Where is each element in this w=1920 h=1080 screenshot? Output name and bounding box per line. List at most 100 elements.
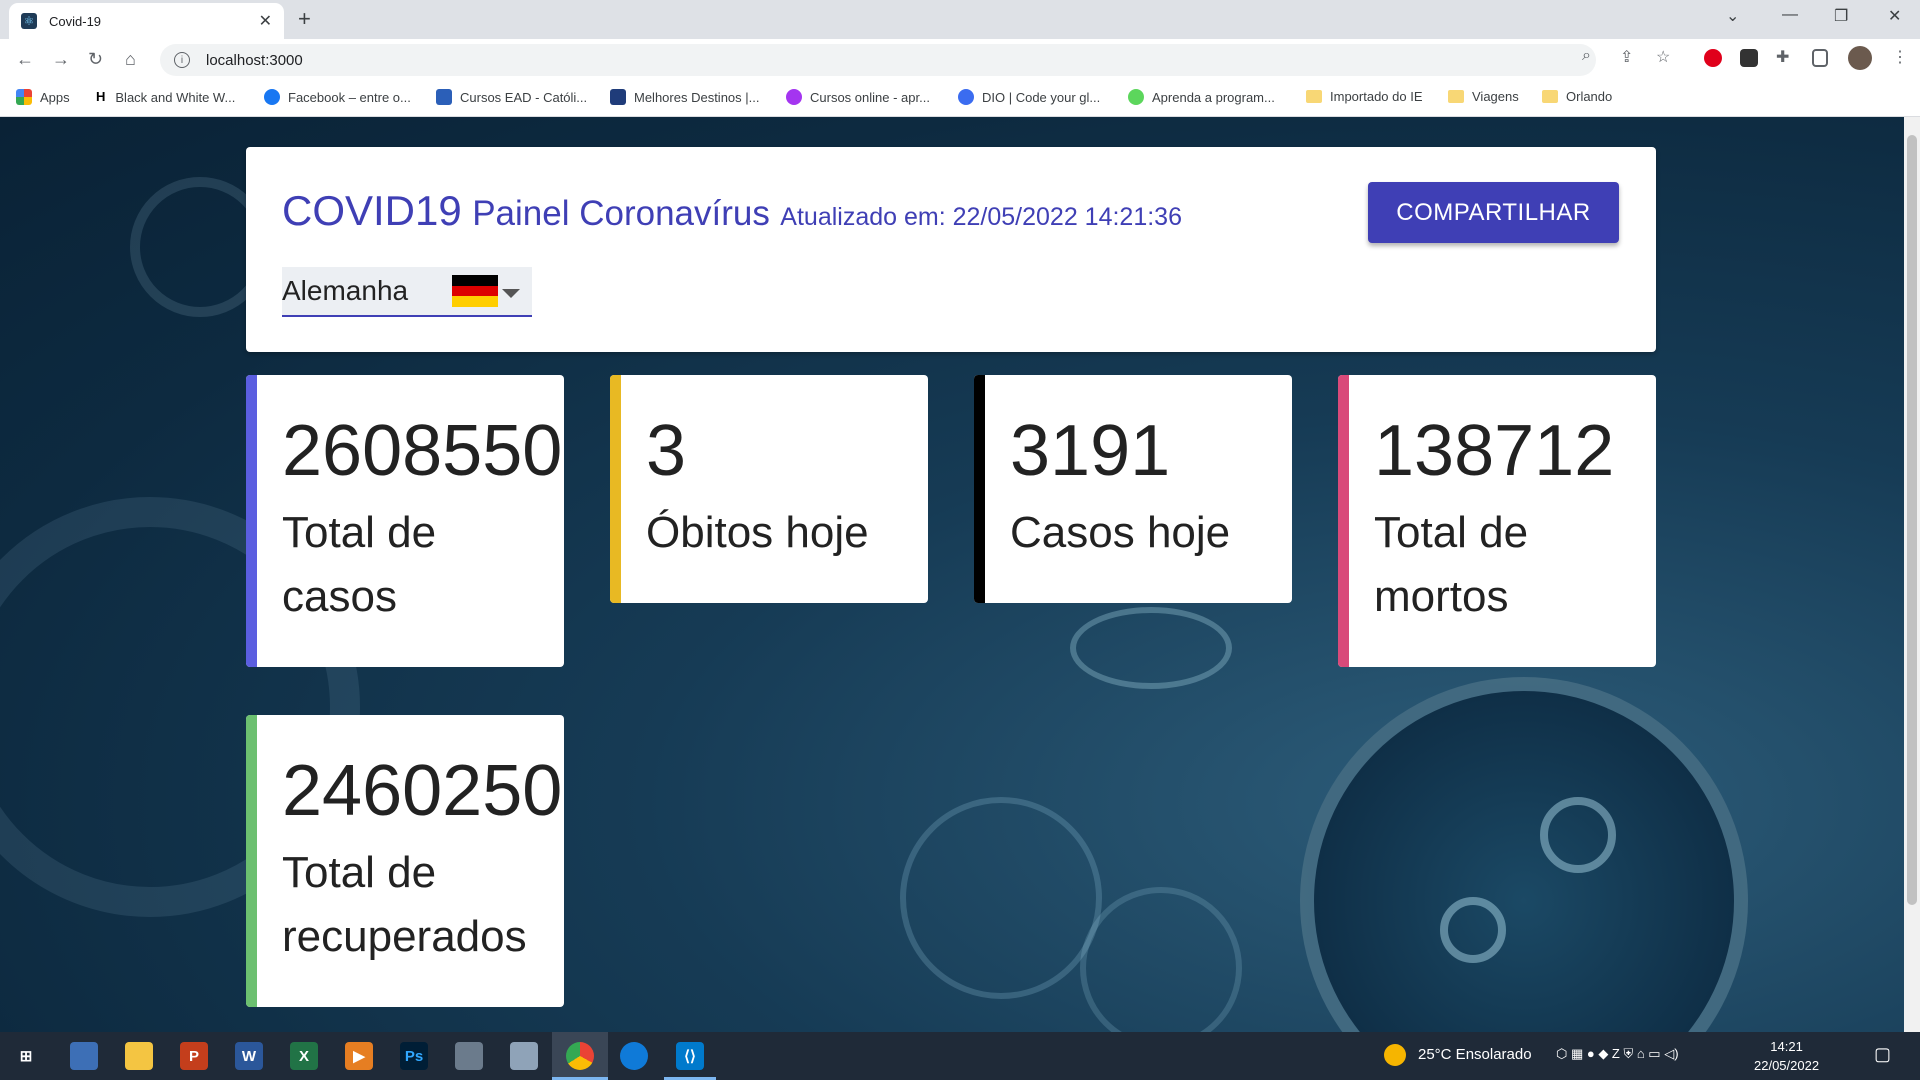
apps-grid-icon [16,89,32,105]
bookmark-item[interactable]: H Black and White W... [96,89,235,105]
chrome-icon[interactable] [566,1042,594,1070]
bookmark-folder[interactable]: Orlando [1542,89,1612,104]
virus-background-image [1440,897,1506,963]
restore-icon[interactable]: ❐ [1834,6,1848,26]
weather-text[interactable]: 25°C Ensolarado [1418,1046,1532,1063]
react-favicon-icon: ⚛ [21,13,37,29]
bookmark-label: Facebook – entre o... [288,89,411,105]
page-scrollbar[interactable] [1904,117,1920,1032]
destinos-icon [610,89,626,105]
powerpoint-icon[interactable]: P [180,1042,208,1070]
bookmark-item[interactable]: Facebook – entre o... [264,89,411,105]
taskbar-clock[interactable]: 14:21 22/05/2022 [1754,1037,1819,1075]
stat-card-deaths-today: 3 Óbitos hoje [610,375,928,603]
card-accent-bar [1338,375,1349,667]
selected-country: Alemanha [282,275,409,306]
stat-value: 3 [646,411,687,491]
dio-icon [958,89,974,105]
back-icon[interactable]: ← [16,49,34,70]
updated-timestamp: Atualizado em: 22/05/2022 14:21:36 [780,203,1182,231]
catolica-icon [436,89,452,105]
stat-label: Total de mortos [1374,508,1529,621]
bookmark-item[interactable]: Melhores Destinos |... [610,89,759,105]
bookmark-item[interactable]: DIO | Code your gl... [958,89,1100,105]
edge-icon[interactable] [620,1042,648,1070]
menu-kebab-icon[interactable]: ⋮ [1892,47,1908,67]
windows-taskbar: ⊞ P W X ▶ Ps ⟨⟩ 25°C Ensolarado ⬡ ▦ ● ◆ … [0,1032,1920,1080]
zoom-icon[interactable]: ⌕ [1582,47,1591,65]
card-accent-bar [610,375,621,603]
bookmark-folder[interactable]: Importado do IE [1306,89,1423,104]
stat-card-total-deaths: 138712 Total de mortos [1338,375,1656,667]
side-panel-icon[interactable] [1812,49,1828,67]
bookmark-label: Cursos online - apr... [810,89,930,105]
virus-background-image [1300,677,1748,1032]
bookmark-item[interactable]: Aprenda a program... [1128,89,1275,105]
home-icon[interactable]: ⌂ [125,49,136,70]
browser-toolbar: ← → ↻ ⌂ i localhost:3000 ⌕ ⇪ ☆ ✚ ⋮ [0,39,1920,81]
bookmark-folder[interactable]: Viagens [1448,89,1519,104]
stat-label: Casos hoje [1010,508,1231,557]
close-window-icon[interactable]: ✕ [1888,6,1901,26]
browser-tab[interactable]: ⚛ Covid-19 ✕ [9,3,284,39]
weather-sun-icon[interactable] [1384,1044,1406,1066]
system-tray-icons[interactable]: ⬡ ▦ ● ◆ Z ⛨ ⌂ ▭ ◁) [1556,1046,1679,1062]
bookmark-item[interactable]: Cursos EAD - Católi... [436,89,587,105]
tab-close-icon[interactable]: ✕ [259,11,272,31]
minimize-icon[interactable]: — [1782,6,1798,24]
calculator-icon[interactable] [455,1042,483,1070]
forward-icon[interactable]: → [52,49,70,70]
extensions-puzzle-icon[interactable]: ✚ [1776,47,1789,67]
bookmark-apps[interactable]: Apps [16,89,70,105]
stat-card-total-cases: 2608550 Total de casos [246,375,564,667]
stat-value: 138712 [1374,411,1615,491]
bookmark-star-icon[interactable]: ☆ [1656,47,1670,67]
excel-icon[interactable]: X [290,1042,318,1070]
country-select[interactable]: Alemanha [282,267,532,317]
share-button[interactable]: COMPARTILHAR [1368,182,1619,243]
share-page-icon[interactable]: ⇪ [1620,47,1633,67]
paint-icon[interactable] [510,1042,538,1070]
h-logo-icon: H [96,89,106,104]
stat-card-cases-today: 3191 Casos hoje [974,375,1292,603]
computer-icon[interactable] [70,1042,98,1070]
extension-icon[interactable] [1740,49,1758,67]
udemy-icon [786,89,802,105]
tab-search-icon[interactable]: ⌄ [1726,6,1739,26]
notifications-icon[interactable]: ▢ [1874,1044,1891,1065]
facebook-icon [264,89,280,105]
vscode-icon[interactable]: ⟨⟩ [676,1042,704,1070]
photoshop-icon[interactable]: Ps [400,1042,428,1070]
new-tab-icon[interactable]: + [298,6,311,32]
profile-avatar[interactable] [1848,46,1872,70]
bookmark-label: Black and White W... [115,89,236,105]
stat-value: 3191 [1010,411,1171,491]
dashboard-header: COVID19 Painel Coronavírus Atualizado em… [246,147,1656,352]
page-title: COVID19 Painel Coronavírus Atualizado em… [282,187,1182,235]
site-info-icon[interactable]: i [174,52,190,68]
germany-flag-icon [452,275,498,307]
stat-label: Total de casos [282,508,437,621]
opera-extension-icon[interactable] [1704,49,1722,67]
clock-time: 14:21 [1770,1039,1803,1054]
title-main: COVID19 [282,187,462,234]
card-accent-bar [974,375,985,603]
virus-background-image [1540,797,1616,873]
folder-icon [1542,90,1558,103]
folder-icon [1448,90,1464,103]
bookmark-item[interactable]: Cursos online - apr... [786,89,930,105]
stat-value: 2608550 [282,411,563,491]
stat-label: Óbitos hoje [646,508,869,557]
windows-start-icon[interactable]: ⊞ [12,1042,40,1070]
media-player-icon[interactable]: ▶ [345,1042,373,1070]
word-icon[interactable]: W [235,1042,263,1070]
stat-card-total-recovered: 2460250 Total de recuperados [246,715,564,1007]
bookmark-label: Melhores Destinos |... [634,89,760,105]
page-viewport: COVID19 Painel Coronavírus Atualizado em… [0,117,1904,1032]
reload-icon[interactable]: ↻ [88,49,103,70]
virus-background-image [1070,607,1232,689]
file-explorer-icon[interactable] [125,1042,153,1070]
address-bar[interactable]: i localhost:3000 [160,44,1596,76]
scrollbar-thumb[interactable] [1907,135,1917,905]
virus-background-image [900,797,1102,999]
